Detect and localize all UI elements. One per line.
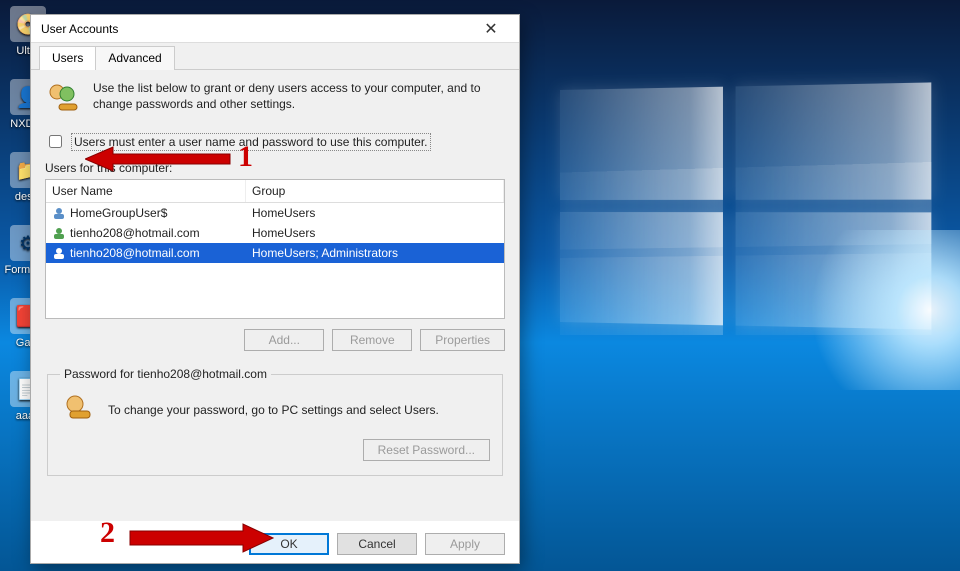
column-header-username[interactable]: User Name <box>46 180 246 202</box>
tab-content-users: Use the list below to grant or deny user… <box>31 70 519 521</box>
close-icon: ✕ <box>484 19 497 39</box>
wallpaper-windows-logo-reflection <box>560 162 931 335</box>
reset-password-button[interactable]: Reset Password... <box>363 439 490 461</box>
remove-button[interactable]: Remove <box>332 329 412 351</box>
password-groupbox: Password for tienho208@hotmail.com To ch… <box>47 367 503 476</box>
cancel-button[interactable]: Cancel <box>337 533 417 555</box>
tab-strip: Users Advanced <box>31 43 519 70</box>
dialog-footer: OK Cancel Apply <box>249 533 505 555</box>
user-key-icon <box>60 391 98 429</box>
cell-username: tienho208@hotmail.com <box>70 226 200 240</box>
apply-button[interactable]: Apply <box>425 533 505 555</box>
window-title: User Accounts <box>41 22 118 36</box>
cell-username: HomeGroupUser$ <box>70 206 167 220</box>
user-list-button-row: Add... Remove Properties <box>45 329 505 351</box>
user-keys-icon <box>45 80 83 118</box>
user-icon <box>52 206 66 220</box>
table-row[interactable]: tienho208@hotmail.com HomeUsers; Adminis… <box>46 243 504 263</box>
ok-button[interactable]: OK <box>249 533 329 555</box>
must-enter-credentials-checkbox[interactable] <box>49 135 62 148</box>
titlebar[interactable]: User Accounts ✕ <box>31 15 519 43</box>
cell-group: HomeUsers <box>246 204 504 222</box>
table-row[interactable]: tienho208@hotmail.com HomeUsers <box>46 223 504 243</box>
user-icon <box>52 226 66 240</box>
cell-username: tienho208@hotmail.com <box>70 246 200 260</box>
user-list[interactable]: User Name Group HomeGroupUser$ HomeUsers <box>45 179 505 319</box>
intro-row: Use the list below to grant or deny user… <box>45 80 505 118</box>
properties-button[interactable]: Properties <box>420 329 505 351</box>
table-row[interactable]: HomeGroupUser$ HomeUsers <box>46 203 504 223</box>
table-header: User Name Group <box>46 180 504 203</box>
tab-users[interactable]: Users <box>39 46 96 70</box>
password-groupbox-legend: Password for tienho208@hotmail.com <box>60 367 271 381</box>
cell-group: HomeUsers; Administrators <box>246 244 504 262</box>
close-button[interactable]: ✕ <box>469 16 513 42</box>
add-button[interactable]: Add... <box>244 329 324 351</box>
password-help-text: To change your password, go to PC settin… <box>108 403 439 417</box>
cell-group: HomeUsers <box>246 224 504 242</box>
user-list-label: Users for this computer: <box>45 161 505 175</box>
tab-advanced[interactable]: Advanced <box>95 46 174 70</box>
user-accounts-dialog: User Accounts ✕ Users Advanced Use the l… <box>30 14 520 564</box>
intro-text: Use the list below to grant or deny user… <box>93 80 505 112</box>
must-enter-credentials-label[interactable]: Users must enter a user name and passwor… <box>71 133 431 151</box>
user-icon <box>52 246 66 260</box>
must-enter-credentials-row: Users must enter a user name and passwor… <box>45 132 505 151</box>
column-header-group[interactable]: Group <box>246 180 504 202</box>
